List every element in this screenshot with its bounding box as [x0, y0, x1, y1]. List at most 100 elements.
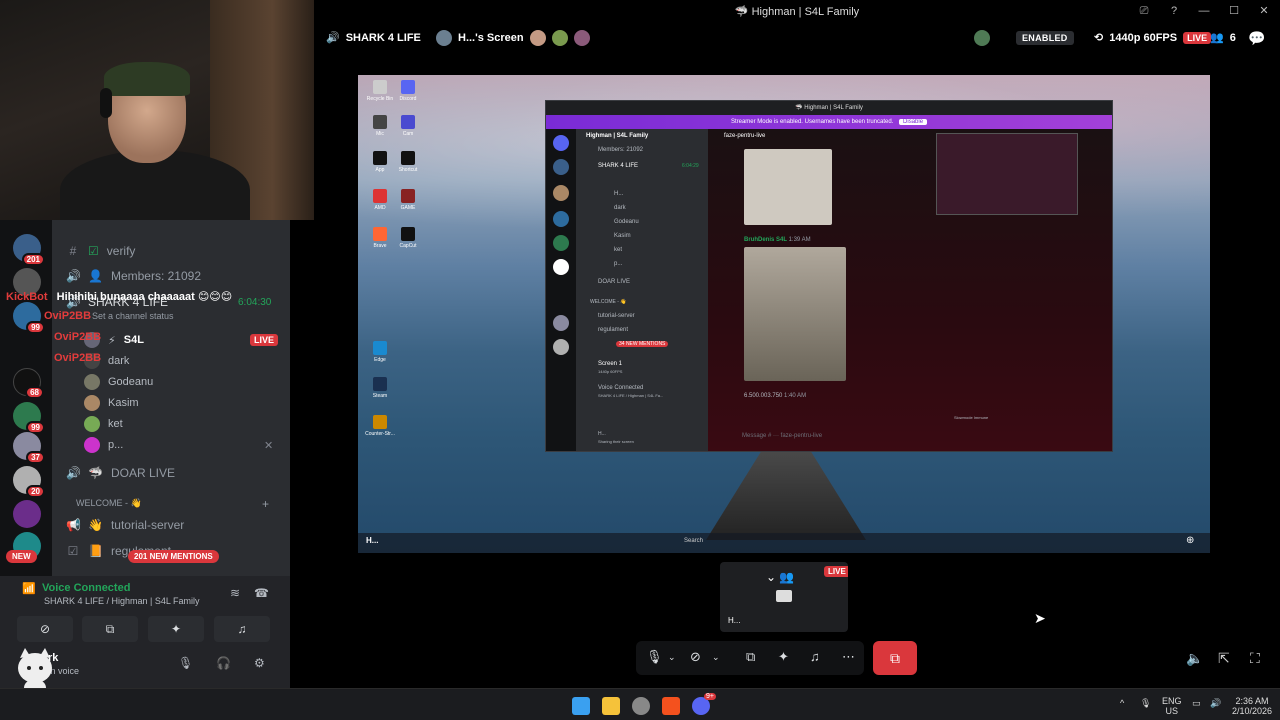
- channel-tutorial[interactable]: 📢 👋 tutorial-server: [66, 518, 184, 532]
- close-button[interactable]: ✕: [1256, 3, 1272, 19]
- chevron-down-icon[interactable]: ⌄: [712, 652, 720, 663]
- minimize-button[interactable]: —: [1196, 3, 1212, 19]
- brave-icon[interactable]: [662, 697, 680, 715]
- server-icon[interactable]: [13, 500, 41, 528]
- inbox-icon[interactable]: ⎚: [1136, 3, 1152, 19]
- desktop-icon[interactable]: Steam: [360, 377, 400, 399]
- settings-gear-icon[interactable]: ⚙: [254, 656, 265, 670]
- nested-welcome[interactable]: WELCOME - 👋: [590, 299, 627, 305]
- stream-pip[interactable]: LIVE ⌄ 👥 H...: [720, 562, 848, 632]
- soundboard-icon[interactable]: ♫: [810, 649, 820, 664]
- tray-chevron-icon[interactable]: ^: [1120, 698, 1124, 708]
- disconnect-icon[interactable]: ☎: [254, 586, 269, 600]
- network-icon[interactable]: ▭: [1192, 698, 1201, 708]
- desktop-search[interactable]: Search: [684, 538, 703, 544]
- nested-server-name[interactable]: Highman | S4L Family: [586, 133, 648, 139]
- start-icon[interactable]: [572, 697, 590, 715]
- nested-mentions-badge[interactable]: 34 NEW MENTIONS: [616, 341, 669, 347]
- camera-toggle-icon[interactable]: ⊘: [690, 649, 701, 665]
- server-icon[interactable]: 99: [13, 402, 45, 434]
- nested-server-icon[interactable]: [553, 159, 569, 175]
- nested-video-attachment[interactable]: [744, 247, 846, 381]
- stop-stream-button[interactable]: ⧉: [873, 641, 917, 675]
- streamer-mode-chip[interactable]: ENABLED: [1016, 31, 1074, 45]
- nested-discord-window[interactable]: 🦈 Highman | S4L Family Streamer Mode is …: [545, 100, 1113, 452]
- server-icon[interactable]: 20: [13, 466, 45, 498]
- discord-icon[interactable]: 9+: [692, 693, 716, 715]
- channel-verify[interactable]: # ☑ verify: [66, 244, 136, 258]
- desktop-taskbar-label[interactable]: H...: [366, 536, 378, 545]
- mentions-badge[interactable]: 201 NEW MENTIONS: [128, 550, 219, 563]
- server-icon[interactable]: 201: [13, 234, 45, 266]
- desktop-icon[interactable]: Discord: [388, 80, 428, 102]
- disable-button[interactable]: Disable: [899, 119, 928, 125]
- headphones-icon[interactable]: 🎧: [216, 656, 231, 670]
- voice-location[interactable]: SHARK 4 LIFE / Highman | S4L Family: [44, 596, 200, 606]
- nested-server-icon[interactable]: [553, 211, 569, 227]
- nested-voice-channel[interactable]: SHARK 4 LIFE: [598, 163, 638, 169]
- server-icon[interactable]: 68: [13, 368, 44, 399]
- server-icon[interactable]: 37: [13, 432, 45, 464]
- desktop-icon[interactable]: Cam: [388, 115, 428, 137]
- voice-member[interactable]: p... ✕: [84, 437, 273, 453]
- tray-mic-icon[interactable]: 🎙: [1140, 698, 1151, 708]
- screen-share-view[interactable]: Recycle Bin Discord Mic Cam App Shortcut…: [358, 75, 1210, 553]
- category-welcome[interactable]: WELCOME - 👋 +: [76, 497, 269, 511]
- desktop-icon[interactable]: Counter-Str...: [360, 415, 400, 437]
- camera-button[interactable]: ⊘: [17, 616, 73, 642]
- voice-member[interactable]: ket: [84, 416, 123, 432]
- nested-server-icon[interactable]: [553, 339, 569, 355]
- nested-voice-member[interactable]: Kasim: [614, 233, 631, 239]
- microphone-icon[interactable]: 🎙: [178, 656, 193, 670]
- file-explorer-icon[interactable]: [602, 697, 620, 715]
- stream-server-chip[interactable]: 🔊 SHARK 4 LIFE: [326, 31, 421, 45]
- stream-quality-chip[interactable]: ⟲ 1440p 60FPS LIVE: [1094, 31, 1212, 44]
- desktop-icon[interactable]: CapCut: [388, 227, 428, 249]
- nested-server-icon[interactable]: [553, 315, 569, 331]
- nested-voice-member[interactable]: p...: [614, 261, 622, 267]
- screen-share-button[interactable]: ⧉: [82, 616, 138, 642]
- channel-status[interactable]: Set a channel status: [92, 311, 174, 321]
- nested-server-icon[interactable]: [553, 185, 569, 201]
- nested-regulament[interactable]: regulament: [598, 327, 628, 333]
- screen-share-icon[interactable]: ⧉: [746, 649, 755, 665]
- clock[interactable]: 2:36 AM 2/10/2026: [1232, 696, 1272, 716]
- nested-members[interactable]: Members: 21092: [598, 147, 643, 153]
- volume-tray-icon[interactable]: 🔊: [1210, 698, 1221, 708]
- microphone-toggle-icon[interactable]: 🎙: [646, 649, 663, 665]
- activities-icon[interactable]: ✦: [778, 649, 789, 665]
- nested-voice-member[interactable]: dark: [614, 205, 626, 211]
- nested-doar-live[interactable]: DOAR LIVE: [598, 279, 630, 285]
- maximize-button[interactable]: ☐: [1226, 3, 1242, 19]
- nested-image-attachment[interactable]: [744, 149, 832, 225]
- viewer-count[interactable]: 👥 6: [1210, 31, 1236, 45]
- voice-channel-doar[interactable]: 🔊 🦈 DOAR LIVE: [66, 466, 175, 480]
- desktop-icon[interactable]: Edge: [360, 341, 400, 363]
- nested-server-icon[interactable]: [553, 259, 569, 275]
- nested-tutorial[interactable]: tutorial-server: [598, 313, 635, 319]
- stream-screen-chip[interactable]: H...'s Screen: [436, 30, 590, 46]
- nested-user[interactable]: H...: [598, 431, 606, 437]
- nested-server-icon[interactable]: [553, 235, 569, 251]
- activity-avatar[interactable]: [974, 30, 990, 46]
- chevron-down-icon[interactable]: ⌄: [668, 652, 676, 663]
- nested-message-input[interactable]: Message # ··· faze-pentru-live: [742, 433, 822, 439]
- fullscreen-icon[interactable]: ⛶: [1250, 650, 1260, 667]
- soundboard-button[interactable]: ♫: [214, 616, 270, 642]
- server-icon[interactable]: 99: [13, 302, 45, 334]
- help-icon[interactable]: ?: [1166, 3, 1182, 19]
- zoom-icon[interactable]: ⊕: [1186, 535, 1194, 546]
- language-indicator[interactable]: ENG US: [1162, 696, 1182, 716]
- new-badge[interactable]: NEW: [6, 550, 37, 563]
- nested-voice-member[interactable]: H...: [614, 191, 623, 197]
- popout-icon[interactable]: ⇱: [1218, 650, 1230, 667]
- more-icon[interactable]: ⋯: [842, 649, 855, 665]
- nested-voice-member[interactable]: ket: [614, 247, 622, 253]
- voice-member[interactable]: Godeanu: [84, 374, 153, 390]
- desktop-icon[interactable]: Shortcut: [388, 151, 428, 173]
- volume-icon[interactable]: 🔈: [1186, 650, 1203, 667]
- chat-icon[interactable]: 💬: [1248, 30, 1265, 47]
- desktop-icon[interactable]: GAME: [388, 189, 428, 211]
- nested-stream-preview[interactable]: [936, 133, 1078, 215]
- pip-expand-icon[interactable]: ⌄ 👥: [766, 570, 794, 584]
